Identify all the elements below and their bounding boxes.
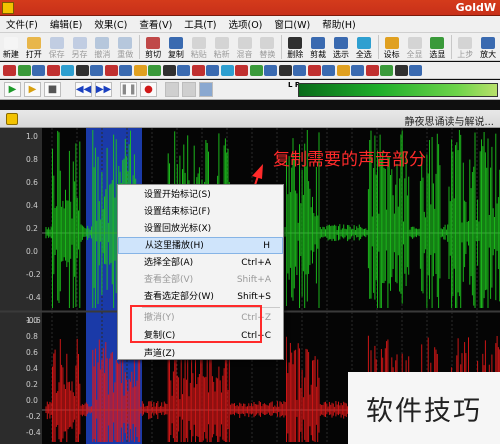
highlight-box [130, 305, 262, 343]
context-menu-label: 从这里播放(H) [145, 241, 204, 251]
context-menu-shortcut: Shift+S [237, 292, 271, 302]
context-menu-shortcut: Shift+A [236, 275, 271, 285]
watermark-text: 软件技巧 [366, 395, 482, 427]
context-menu-label: 设置结束标记(F) [144, 207, 211, 217]
context-menu-item[interactable]: 设置结束标记(F) [118, 204, 283, 221]
context-menu-item[interactable]: 声道(Z) [118, 346, 283, 363]
context-menu-label: 声道(Z) [144, 349, 176, 359]
context-menu-item[interactable]: 查看选定部分(W) Shift+S [118, 289, 283, 306]
context-menu-label: 设置回放光标(X) [144, 224, 212, 234]
context-menu-shortcut: H [263, 241, 270, 251]
context-menu-item[interactable]: 设置回放光标(X) [118, 221, 283, 238]
context-menu-label: 设置开始标记(S) [144, 190, 211, 200]
context-menu-item[interactable]: 设置开始标记(S) [118, 187, 283, 204]
watermark: 软件技巧 [348, 372, 500, 444]
context-menu-label: 选择全部(A) [144, 258, 194, 268]
context-menu-label: 查看选定部分(W) [144, 292, 214, 302]
context-menu-shortcut: Ctrl+A [241, 258, 271, 268]
context-menu-item[interactable]: 从这里播放(H) H [118, 237, 283, 254]
context-menu-item[interactable]: 选择全部(A) Ctrl+A [118, 255, 283, 272]
context-menu-item[interactable]: 查看全部(V) Shift+A [118, 272, 283, 289]
context-menu-label: 查看全部(V) [144, 275, 194, 285]
